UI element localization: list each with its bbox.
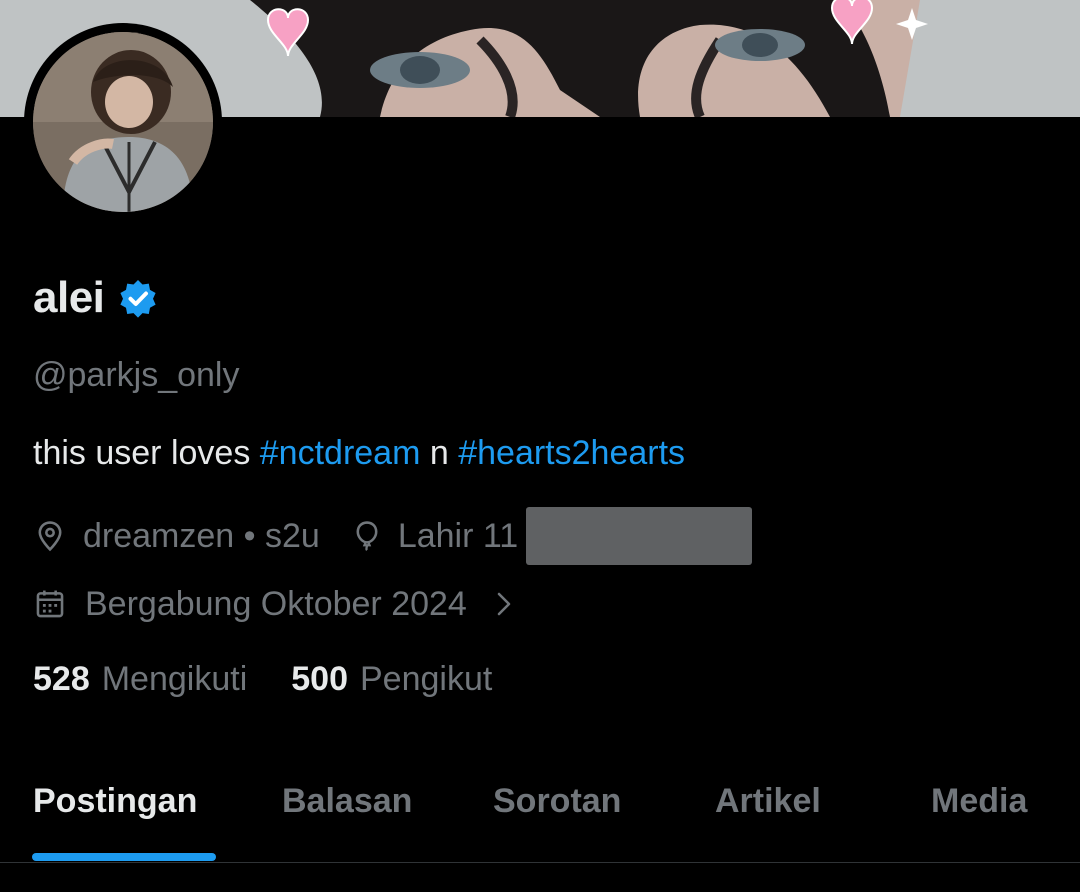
profile-joined-row[interactable]: Bergabung Oktober 2024 — [33, 578, 519, 630]
profile-location: dreamzen • s2u — [83, 516, 320, 555]
balloon-icon — [356, 521, 378, 551]
bio-text: n — [420, 434, 459, 472]
avatar[interactable] — [33, 32, 213, 212]
redaction-box — [526, 507, 753, 565]
location-pin-icon — [38, 521, 62, 552]
verified-badge-icon[interactable] — [118, 278, 158, 318]
profile-handle: @parkjs_only — [33, 356, 240, 394]
bio-text: this user loves — [33, 434, 260, 472]
follow-stats: 528 Mengikuti 500 Pengikut — [33, 660, 492, 699]
tab-artikel[interactable]: Artikel — [715, 782, 821, 821]
tab-postingan[interactable]: Postingan — [33, 782, 197, 821]
profile-tabs: Postingan Balasan Sorotan Artikel Media — [0, 760, 1080, 862]
tab-balasan[interactable]: Balasan — [282, 782, 412, 821]
chevron-right-icon[interactable] — [489, 589, 519, 619]
following-link[interactable]: 528 Mengikuti — [33, 660, 247, 699]
following-count: 528 — [33, 660, 90, 698]
display-name: alei — [33, 273, 105, 322]
name-row: alei — [33, 270, 158, 326]
calendar-icon — [36, 590, 64, 618]
tabs-divider — [0, 862, 1080, 863]
profile-joined: Bergabung Oktober 2024 — [85, 584, 467, 623]
profile-birthday: Lahir 11 — [397, 516, 519, 555]
profile-bio: this user loves #nctdream n #hearts2hear… — [33, 434, 685, 473]
followers-link[interactable]: 500 Pengikut — [291, 660, 492, 699]
tab-sorotan[interactable]: Sorotan — [493, 782, 621, 821]
hashtag-link[interactable]: #nctdream — [260, 434, 421, 472]
hashtag-link[interactable]: #hearts2hearts — [458, 434, 685, 472]
profile-meta-row: dreamzen • s2u Lahir 11 — [33, 507, 753, 565]
tab-media[interactable]: Media — [931, 782, 1027, 821]
followers-count: 500 — [291, 660, 348, 698]
followers-label: Pengikut — [359, 660, 493, 698]
following-label: Mengikuti — [101, 660, 248, 698]
active-tab-indicator — [32, 853, 216, 861]
